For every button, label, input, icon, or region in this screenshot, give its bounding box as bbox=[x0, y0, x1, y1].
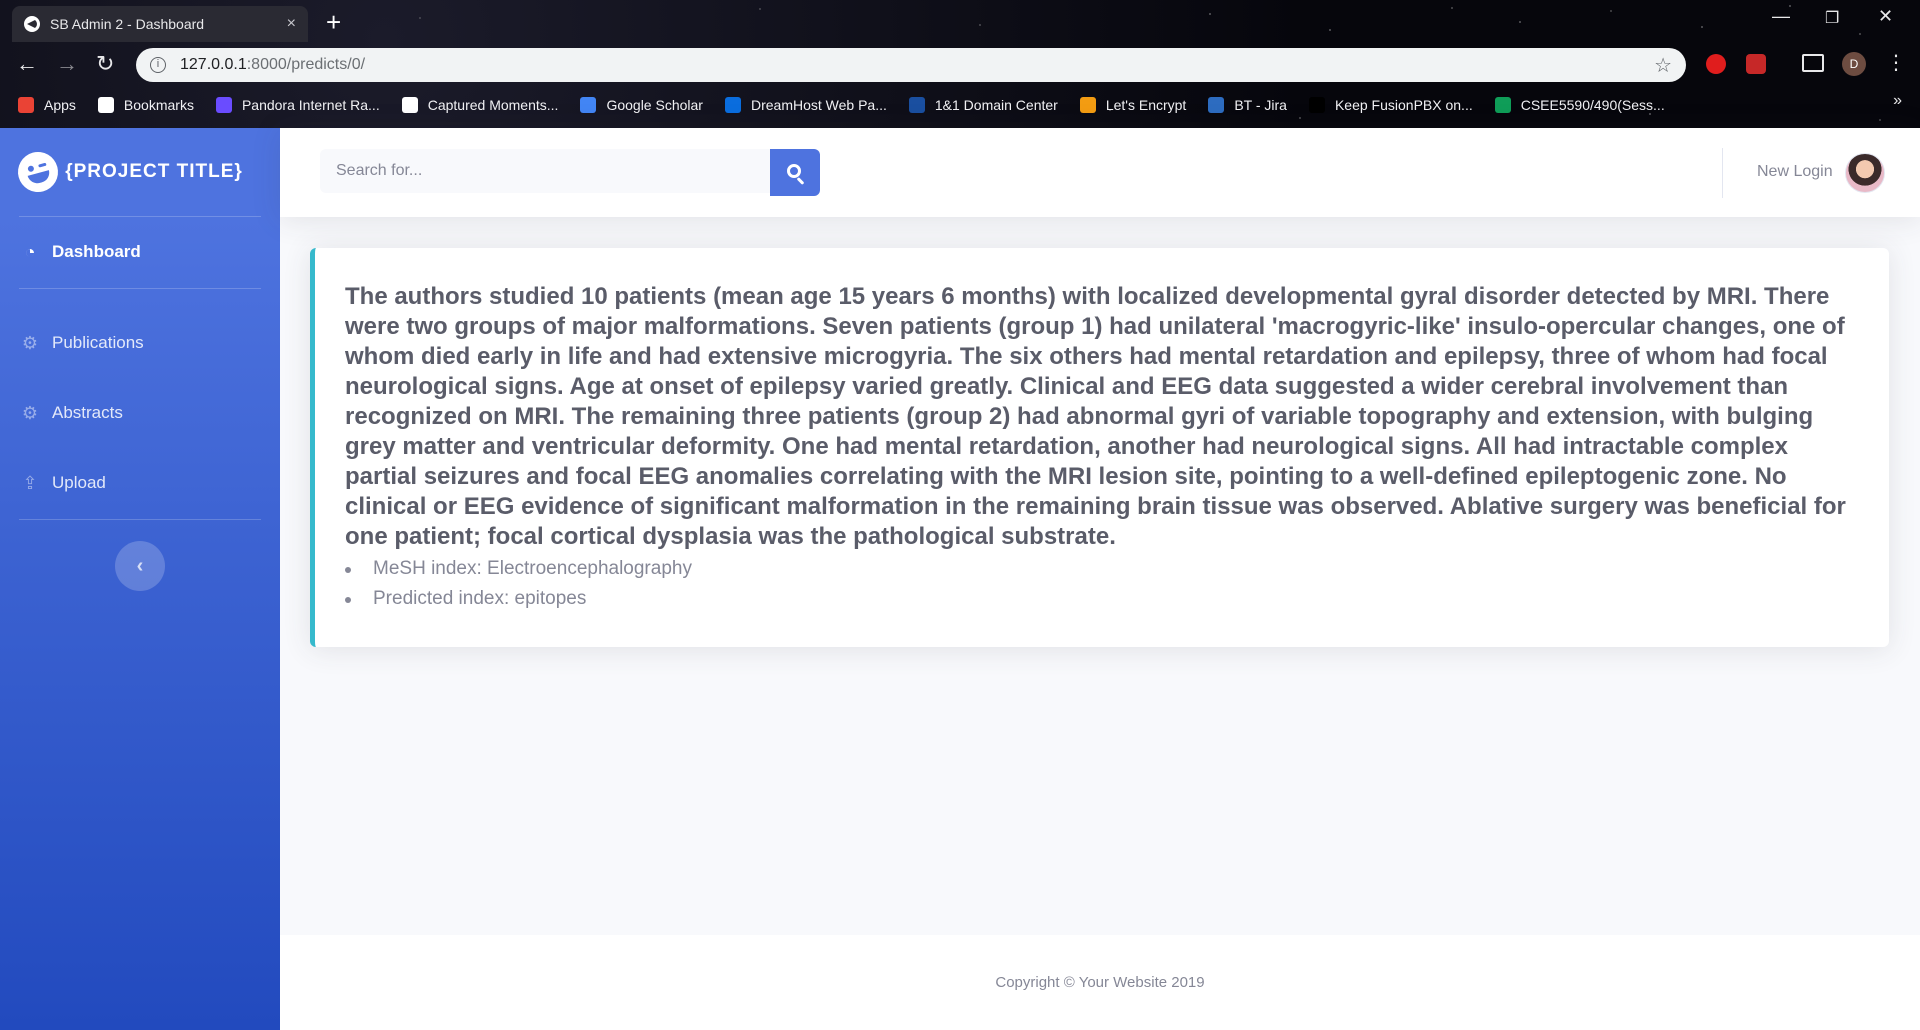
sidebar-item-label: Upload bbox=[52, 473, 106, 492]
address-bar[interactable]: i 127.0.0.1:8000/predicts/0/ ☆ bbox=[136, 48, 1686, 82]
topbar-divider bbox=[1722, 148, 1723, 198]
bookmark-label: 1&1 Domain Center bbox=[934, 97, 1058, 113]
sidebar-item-label: Publications bbox=[52, 333, 144, 352]
bookmark-star-icon[interactable]: ☆ bbox=[1654, 53, 1672, 78]
bookmark-label: Apps bbox=[44, 97, 76, 113]
reload-icon[interactable]: ↻ bbox=[96, 52, 114, 76]
bookmark-label: BT - Jira bbox=[1234, 97, 1287, 113]
cog-icon: ⚙ bbox=[21, 402, 39, 423]
sidebar-item-dashboard[interactable]: ◔ Dashboard bbox=[0, 225, 280, 279]
extension-red-icon[interactable] bbox=[1706, 54, 1726, 74]
sidebar-brand[interactable]: {PROJECT TITLE} bbox=[0, 128, 280, 216]
bookmark-label: Bookmarks bbox=[123, 97, 194, 113]
sidebar-divider bbox=[19, 216, 261, 217]
bookmark-label: CSEE5590/490(Sess... bbox=[1520, 97, 1665, 113]
minimize-button[interactable]: — bbox=[1772, 6, 1790, 27]
browser-tab[interactable]: SB Admin 2 - Dashboard × bbox=[12, 6, 308, 42]
search-icon bbox=[786, 164, 801, 178]
bookmark-item[interactable]: BT - Jira bbox=[1208, 97, 1287, 113]
maximize-button[interactable]: ❐ bbox=[1825, 8, 1839, 28]
predicted-index: Predicted index: epitopes bbox=[345, 584, 1859, 614]
bookmark-label: Let's Encrypt bbox=[1105, 97, 1187, 113]
scholar-icon bbox=[580, 97, 597, 113]
oneandone-icon bbox=[908, 97, 925, 113]
bookmark-label: Pandora Internet Ra... bbox=[241, 97, 380, 113]
sidebar-item-abstracts[interactable]: ⚙ Abstracts bbox=[0, 386, 280, 440]
laugh-wink-icon bbox=[13, 147, 63, 197]
bookmark-item[interactable]: Google Scholar bbox=[580, 97, 703, 113]
tab-favicon-icon bbox=[24, 16, 40, 32]
user-name[interactable]: New Login bbox=[1757, 163, 1833, 181]
bookmark-item[interactable]: Apps bbox=[18, 97, 76, 113]
brand-title: {PROJECT TITLE} bbox=[65, 161, 243, 182]
extension-mk-icon[interactable] bbox=[1746, 54, 1766, 74]
browser-toolbar: ← → ↻ i 127.0.0.1:8000/predicts/0/ ☆ D ⋮ bbox=[0, 46, 1920, 84]
footer: Copyright © Your Website 2019 bbox=[280, 935, 1920, 1030]
bookmark-item[interactable]: Let's Encrypt bbox=[1079, 97, 1187, 113]
bookmark-item[interactable]: 1&1 Domain Center bbox=[908, 97, 1058, 113]
dreamhost-icon bbox=[724, 97, 741, 113]
upload-icon: ⇪ bbox=[22, 472, 38, 493]
sidebar-item-label: Dashboard bbox=[52, 242, 141, 261]
bookmarks-bar: Apps Bookmarks Pandora Internet Ra... Captu… bbox=[0, 92, 1920, 118]
sidebar-item-upload[interactable]: ⇪ Upload bbox=[0, 456, 280, 510]
url-path: :8000/predicts/0/ bbox=[246, 56, 366, 73]
abstract-text: The authors studied 10 patients (mean ag… bbox=[345, 283, 1846, 550]
search-input[interactable] bbox=[320, 149, 770, 193]
close-window-button[interactable]: ✕ bbox=[1878, 6, 1893, 27]
tachometer-icon: ◔ bbox=[24, 241, 36, 262]
tab-title: SB Admin 2 - Dashboard bbox=[50, 16, 205, 32]
sidebar: {PROJECT TITLE} ◔ Dashboard ⚙ Publicatio… bbox=[0, 128, 280, 1030]
browser-chrome: SB Admin 2 - Dashboard × + — ❐ ✕ ← → ↻ i… bbox=[0, 0, 1920, 128]
bookmark-item[interactable]: Bookmarks bbox=[97, 97, 194, 113]
bookmark-label: Captured Moments... bbox=[427, 97, 559, 113]
bookmark-item[interactable]: CSEE5590/490(Sess... bbox=[1494, 97, 1665, 113]
star-icon bbox=[97, 97, 114, 113]
search-button[interactable] bbox=[770, 149, 820, 196]
profile-avatar[interactable]: D bbox=[1842, 52, 1866, 76]
globe-icon bbox=[401, 97, 418, 113]
bookmark-item[interactable]: Keep FusionPBX on... bbox=[1308, 97, 1473, 113]
sidebar-item-label: Abstracts bbox=[52, 403, 123, 422]
letsencrypt-icon bbox=[1079, 97, 1096, 113]
sidebar-toggle-button[interactable]: ‹ bbox=[115, 541, 165, 591]
tab-close-icon[interactable]: × bbox=[287, 15, 296, 33]
url-host: 127.0.0.1 bbox=[180, 56, 247, 73]
sidebar-divider bbox=[19, 519, 261, 520]
back-arrow-icon[interactable]: ← bbox=[16, 52, 38, 76]
sheets-icon bbox=[1494, 97, 1511, 113]
bookmark-item[interactable]: Pandora Internet Ra... bbox=[215, 97, 380, 113]
bookmarks-overflow-icon[interactable]: » bbox=[1893, 92, 1902, 110]
browser-menu-icon[interactable]: ⋮ bbox=[1886, 52, 1906, 74]
sidebar-item-publications[interactable]: ⚙ Publications bbox=[0, 316, 280, 370]
forward-arrow-icon[interactable]: → bbox=[56, 52, 78, 76]
bookmark-item[interactable]: DreamHost Web Pa... bbox=[724, 97, 887, 113]
jira-icon bbox=[1208, 97, 1225, 113]
blank-page-icon bbox=[1308, 97, 1325, 113]
cast-icon[interactable] bbox=[1802, 54, 1824, 72]
bookmark-label: Google Scholar bbox=[606, 97, 703, 113]
bookmark-label: DreamHost Web Pa... bbox=[750, 97, 887, 113]
abstract-card: The authors studied 10 patients (mean ag… bbox=[310, 248, 1889, 647]
info-icon[interactable]: i bbox=[150, 57, 166, 73]
sidebar-divider bbox=[19, 288, 261, 289]
pandora-icon bbox=[215, 97, 232, 113]
copyright-text: Copyright © Your Website 2019 bbox=[995, 974, 1205, 991]
bookmark-item[interactable]: Captured Moments... bbox=[401, 97, 559, 113]
apps-grid-icon bbox=[18, 97, 34, 113]
new-tab-button[interactable]: + bbox=[326, 8, 341, 36]
bookmark-label: Keep FusionPBX on... bbox=[1334, 97, 1473, 113]
mesh-index: MeSH index: Electroencephalography bbox=[345, 554, 1859, 584]
topbar: New Login bbox=[280, 128, 1920, 217]
user-avatar[interactable] bbox=[1845, 153, 1885, 193]
index-list: MeSH index: Electroencephalography Predi… bbox=[345, 554, 1859, 614]
cog-icon: ⚙ bbox=[21, 332, 39, 353]
